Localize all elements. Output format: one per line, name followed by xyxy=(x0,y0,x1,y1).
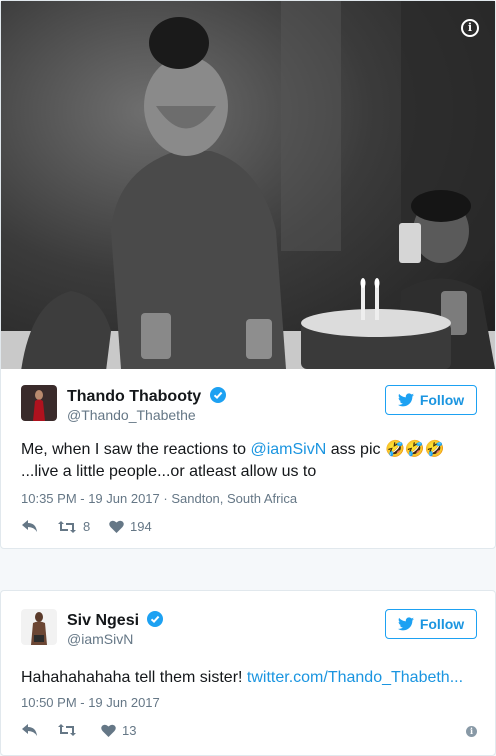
follow-label: Follow xyxy=(419,392,465,408)
tweet-header: Thando Thabooty @Thando_Thabethe Follow xyxy=(21,385,477,427)
retweet-icon xyxy=(58,724,76,736)
verified-badge-icon xyxy=(209,387,226,403)
twitter-bird-icon xyxy=(397,393,414,407)
info-icon[interactable]: i xyxy=(461,19,479,37)
tweet-photo[interactable]: i xyxy=(1,1,495,369)
display-name-text: Thando Thabooty xyxy=(67,388,202,405)
display-name[interactable]: Siv Ngesi xyxy=(67,611,164,630)
photo-scene xyxy=(1,1,495,369)
reply-button[interactable] xyxy=(21,519,39,533)
display-name-text: Siv Ngesi xyxy=(67,612,140,629)
avatar[interactable] xyxy=(21,385,57,421)
follow-button[interactable]: Follow xyxy=(385,609,477,639)
info-icon[interactable]: i xyxy=(466,726,477,737)
follow-label: Follow xyxy=(419,616,465,632)
retweet-count: 8 xyxy=(83,519,91,534)
like-button[interactable]: 13 xyxy=(101,723,136,738)
timestamp[interactable]: 10:50 PM - 19 Jun 2017 xyxy=(21,695,160,710)
user-handle[interactable]: @Thando_Thabethe xyxy=(67,407,196,423)
tweet-text: Me, when I saw the reactions to @iamSivN… xyxy=(21,439,477,483)
user-handle[interactable]: @iamSivN xyxy=(67,631,133,647)
location[interactable]: Sandton, South Africa xyxy=(171,491,297,506)
twitter-bird-icon xyxy=(397,617,414,631)
heart-icon xyxy=(109,520,124,533)
follow-button[interactable]: Follow xyxy=(385,385,477,415)
mention-link[interactable]: @iamSivN xyxy=(250,441,326,458)
tweet-card: i Thando Thabooty @Thando_Thabethe Follo… xyxy=(0,0,496,549)
verified-badge-icon xyxy=(147,611,164,627)
meta-separator: · xyxy=(163,491,168,506)
reply-icon xyxy=(22,724,37,736)
tweet-text-part: Hahahahahaha tell them sister! xyxy=(21,669,247,686)
tweet-text-line2: ...live a little people...or atleast all… xyxy=(21,463,317,480)
tweet-header: Siv Ngesi @iamSivN Follow xyxy=(21,609,477,651)
tweet-meta: 10:50 PM - 19 Jun 2017 xyxy=(21,695,160,710)
tweet-text-part: Me, when I saw the reactions to xyxy=(21,441,251,458)
tweet-text-part: ass pic xyxy=(326,441,385,458)
tweet-text: Hahahahahaha tell them sister! twitter.c… xyxy=(21,667,477,689)
tweet-actions: 8 194 xyxy=(21,519,477,539)
reply-icon xyxy=(22,520,37,532)
like-count: 13 xyxy=(122,723,137,738)
tweet-actions: 13 i xyxy=(21,723,477,743)
tweet-meta: 10:35 PM - 19 Jun 2017 · Sandton, South … xyxy=(21,491,297,506)
like-button[interactable]: 194 xyxy=(109,519,152,534)
retweet-button[interactable]: 8 xyxy=(57,519,90,534)
retweet-icon xyxy=(58,520,76,533)
timestamp[interactable]: 10:35 PM - 19 Jun 2017 xyxy=(21,491,160,506)
tweet-link[interactable]: twitter.com/Thando_Thabeth... xyxy=(247,669,463,686)
avatar[interactable] xyxy=(21,609,57,645)
tweet-card: Siv Ngesi @iamSivN Follow Hahahahahaha t… xyxy=(0,590,496,756)
display-name[interactable]: Thando Thabooty xyxy=(67,387,226,406)
reply-button[interactable] xyxy=(21,723,39,737)
retweet-button[interactable] xyxy=(57,723,77,737)
heart-icon xyxy=(101,724,116,737)
laughing-emoji: 🤣🤣🤣 xyxy=(384,441,445,458)
like-count: 194 xyxy=(130,519,152,534)
